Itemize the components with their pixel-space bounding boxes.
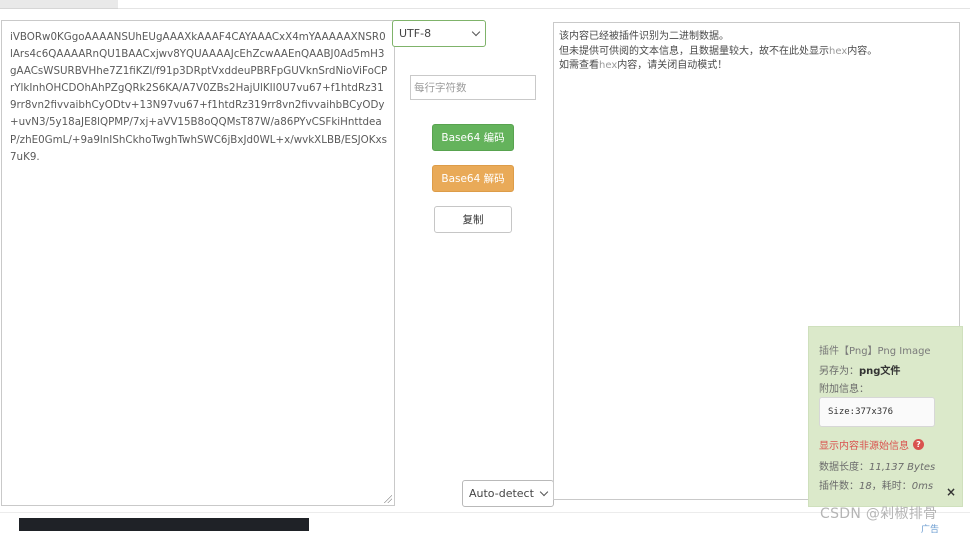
image-size-box: Size:377x376	[819, 397, 935, 427]
base64-input-text: iVBORw0KGgoAAAANSUhEUgAAAXkAAAF4CAYAAACx…	[10, 31, 388, 163]
chars-per-line-input[interactable]	[410, 75, 536, 100]
base64-decode-button[interactable]: Base64 解码	[432, 165, 514, 192]
encoding-select[interactable]: UTF-8	[392, 20, 486, 47]
resize-grip-icon[interactable]	[384, 495, 392, 503]
plugin-count-label: 插件数：	[819, 481, 859, 492]
output-line-2: 但未提供可供阅的文本信息，且数据量较大，故不在此处显示hex内容。	[559, 45, 954, 60]
output-line-3-pre: 如需查看	[559, 60, 599, 71]
chevron-down-icon	[471, 27, 481, 36]
warning-text: 显示内容非源始信息	[819, 441, 909, 452]
top-tab-strip	[0, 0, 118, 9]
top-strip	[0, 0, 970, 12]
bottom-dark-bar	[19, 518, 309, 531]
plugin-count-row: 插件数：18，耗时：0ms	[819, 477, 933, 492]
non-original-warning: 显示内容非源始信息 ?	[819, 437, 924, 452]
plugin-count-value: 18	[859, 481, 872, 492]
output-line-2-pre: 但未提供可供阅的文本信息，且数据量较大，故不在此处显示	[559, 45, 829, 57]
auto-detect-select-value: Auto-detect	[469, 487, 534, 500]
save-as-png-link[interactable]: png文件	[859, 366, 900, 377]
save-as-row: 另存为：png文件	[819, 362, 900, 377]
output-line-3-hex: hex	[599, 60, 618, 71]
chevron-down-icon	[539, 487, 549, 496]
base64-input-textarea[interactable]: iVBORw0KGgoAAAANSUhEUgAAAXkAAAF4CAYAAACx…	[1, 20, 395, 506]
encoding-select-value: UTF-8	[399, 27, 432, 40]
save-as-label: 另存为：	[819, 366, 859, 377]
additional-info-label: 附加信息：	[819, 384, 869, 395]
plugin-count-sep: ，	[871, 481, 882, 492]
data-length-row: 数据长度：11,137 Bytes	[819, 458, 935, 473]
csdn-watermark: CSDN @剁椒排骨	[820, 506, 938, 522]
time-value: 0ms	[911, 481, 934, 492]
ad-label[interactable]: 广告	[921, 522, 939, 535]
output-line-1: 该内容已经被插件识别为二进制数据。	[559, 31, 729, 42]
plugin-info-panel: 插件【Png】Png Image 另存为：png文件 附加信息： Size:37…	[808, 326, 963, 507]
top-divider	[118, 8, 970, 9]
help-question-icon[interactable]: ?	[913, 439, 924, 450]
data-length-value: 11,137 Bytes	[869, 462, 936, 473]
output-line-3: 如需查看hex内容，请关闭自动模式！	[559, 59, 954, 74]
auto-detect-select[interactable]: Auto-detect	[462, 480, 554, 507]
plugin-title: 插件【Png】Png Image	[819, 346, 931, 357]
output-line-3-post: 内容，请关闭自动模式！	[617, 60, 728, 71]
copy-button[interactable]: 复制	[434, 206, 512, 233]
time-label: 耗时：	[881, 481, 912, 492]
output-line-2-post: 内容。	[847, 45, 878, 57]
close-icon[interactable]: ×	[946, 485, 956, 499]
output-line-2-hex: hex	[829, 45, 848, 57]
base64-encode-button[interactable]: Base64 编码	[432, 124, 514, 151]
data-length-label: 数据长度：	[819, 462, 869, 473]
